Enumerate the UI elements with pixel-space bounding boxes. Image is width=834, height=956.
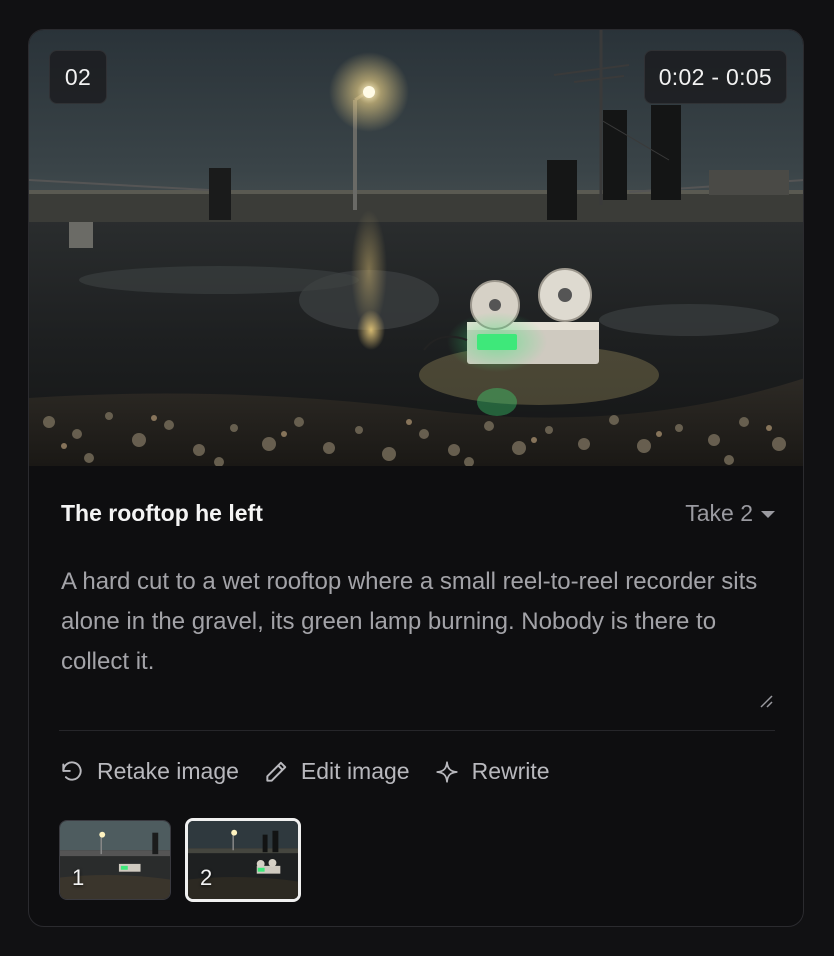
sparkle-icon — [435, 760, 458, 783]
take-thumbnails: 1 2 — [59, 818, 301, 902]
chevron-down-icon — [761, 511, 775, 518]
edit-image-label: Edit image — [300, 758, 410, 784]
shot-description-field[interactable]: A hard cut to a wet rooftop where a smal… — [59, 560, 773, 714]
edit-image-button[interactable]: Edit image — [263, 758, 410, 785]
take-thumbnail-2[interactable]: 2 — [185, 818, 301, 902]
rewrite-label: Rewrite — [471, 758, 550, 784]
take-thumbnail-1[interactable]: 1 — [59, 820, 171, 900]
scene-card: 02 0:02 - 0:05 The rooftop he left Take … — [28, 29, 804, 927]
take-2-number: 2 — [200, 865, 213, 890]
take-selector[interactable]: Take 2 — [685, 500, 775, 527]
take-selector-label: Take 2 — [685, 500, 753, 526]
section-divider — [59, 730, 775, 731]
action-row: Retake image Edit image Rewrite — [59, 758, 550, 785]
time-range-badge: 0:02 - 0:05 — [643, 50, 787, 104]
take-1-number: 1 — [72, 865, 85, 890]
scene-image[interactable]: 02 0:02 - 0:05 — [29, 30, 803, 466]
retake-image-label: Retake image — [97, 758, 239, 784]
resize-handle-icon[interactable] — [757, 692, 773, 708]
retake-image-button[interactable]: Retake image — [59, 758, 239, 785]
rewrite-button[interactable]: Rewrite — [434, 758, 550, 785]
pencil-icon — [266, 761, 287, 782]
refresh-icon — [62, 760, 82, 781]
scene-number-badge: 02 — [49, 50, 107, 104]
shot-title: The rooftop he left — [61, 500, 263, 526]
